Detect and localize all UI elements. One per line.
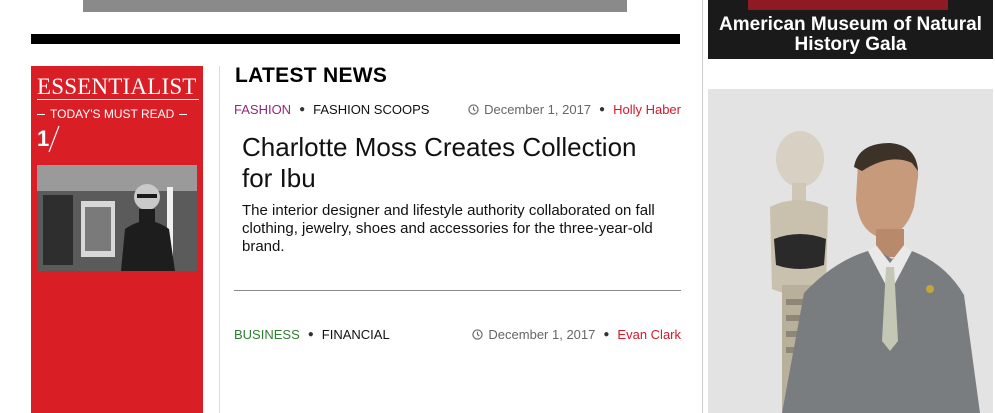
article-divider <box>234 290 681 291</box>
meta-separator: ● <box>599 103 606 115</box>
meta-separator: ● <box>603 328 610 340</box>
author-link[interactable]: Holly Haber <box>613 102 681 117</box>
promo-subtitle-dash-left <box>37 113 45 115</box>
promo-title-rule <box>37 99 199 100</box>
meta-separator: ● <box>307 328 314 340</box>
gala-feature-card[interactable]: American Museum of Natural History Gala <box>708 0 993 59</box>
portrait-feature-image[interactable] <box>708 89 993 413</box>
essentialist-promo[interactable]: ESSENTIALIST TODAY'S MUST READ 1 <box>31 66 203 413</box>
promo-subtitle: TODAY'S MUST READ <box>37 107 199 121</box>
category-link-fashion[interactable]: FASHION <box>234 102 291 117</box>
gala-title[interactable]: American Museum of Natural History Gala <box>708 15 993 55</box>
article-meta-2: BUSINESS ● FINANCIAL December 1, 2017 ● … <box>234 325 681 343</box>
clock-icon <box>468 103 479 115</box>
slash-icon <box>48 125 60 153</box>
article-meta-1: FASHION ● FASHION SCOOPS December 1, 201… <box>234 100 681 118</box>
portrait-photo <box>708 89 993 413</box>
clock-icon <box>472 328 484 340</box>
subcategory-link-financial[interactable]: FINANCIAL <box>322 327 390 342</box>
promo-subtitle-text: TODAY'S MUST READ <box>50 107 175 121</box>
article-byline-2: December 1, 2017 ● Evan Clark <box>472 327 681 342</box>
article-title-link[interactable]: Charlotte Moss Creates Collection for Ib… <box>242 132 672 194</box>
article-date: December 1, 2017 <box>488 326 596 342</box>
section-divider-bar <box>31 34 680 44</box>
promo-image[interactable] <box>37 165 197 271</box>
article-byline-1: December 1, 2017 ● Holly Haber <box>468 102 681 117</box>
article-date: December 1, 2017 <box>484 101 592 117</box>
author-link[interactable]: Evan Clark <box>617 327 681 342</box>
right-rail-divider <box>702 0 703 413</box>
promo-title: ESSENTIALIST <box>37 74 197 99</box>
latest-news-heading: LATEST NEWS <box>235 64 388 87</box>
category-link-business[interactable]: BUSINESS <box>234 327 300 342</box>
gala-photo-strip <box>748 0 948 10</box>
promo-photo <box>37 165 197 271</box>
column-divider <box>219 66 220 413</box>
article-excerpt: The interior designer and lifestyle auth… <box>242 202 655 255</box>
subcategory-link-fashion-scoops[interactable]: FASHION SCOOPS <box>313 102 429 117</box>
promo-subtitle-dash-right <box>179 113 188 115</box>
top-ad-bar[interactable] <box>83 0 627 12</box>
meta-separator: ● <box>299 103 306 115</box>
